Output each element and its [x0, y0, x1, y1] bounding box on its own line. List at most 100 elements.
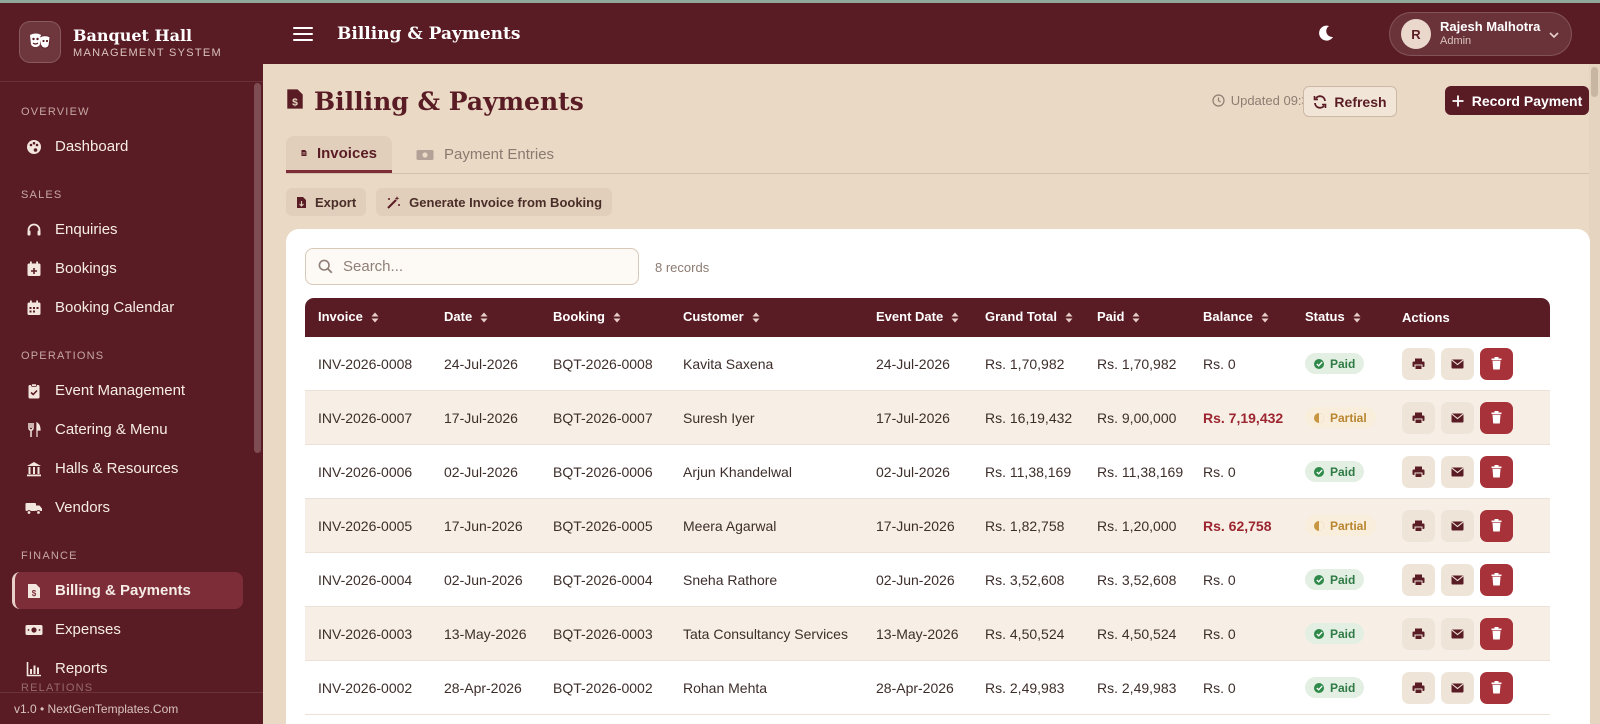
sidebar-item-enquiries[interactable]: Enquiries	[12, 211, 243, 248]
cell-grand-total: Rs. 2,49,983	[972, 661, 1084, 715]
print-button[interactable]	[1402, 347, 1435, 380]
cell-customer: Rohan Mehta	[670, 661, 863, 715]
cell-event-date: 17-Jul-2026	[863, 391, 972, 445]
cell-date: 02-Jun-2026	[431, 553, 540, 607]
column-header-grand-total[interactable]: Grand Total	[972, 298, 1084, 337]
envelope-icon	[1451, 413, 1464, 422]
delete-button[interactable]	[1480, 401, 1513, 434]
table-row[interactable]: INV-2026-0005 17-Jun-2026 BQT-2026-0005 …	[305, 499, 1550, 553]
check-circle-icon	[1314, 358, 1324, 369]
table-row[interactable]: INV-2026-0007 17-Jul-2026 BQT-2026-0007 …	[305, 391, 1550, 445]
menu-toggle-icon[interactable]	[291, 24, 315, 44]
sidebar-item-expenses[interactable]: Expenses	[12, 611, 243, 648]
delete-button[interactable]	[1480, 455, 1513, 488]
sidebar-item-catering-menu[interactable]: Catering & Menu	[12, 411, 243, 448]
cell-paid: Rs. 3,52,608	[1084, 553, 1190, 607]
cell-actions	[1389, 445, 1550, 499]
print-button[interactable]	[1402, 671, 1435, 704]
email-button[interactable]	[1441, 509, 1474, 542]
cell-status: Partial	[1292, 499, 1389, 553]
cell-customer: Kavita Saxena	[670, 337, 863, 391]
sidebar-item-label: Reports	[55, 660, 108, 677]
sidebar-item-booking-calendar[interactable]: Booking Calendar	[12, 289, 243, 326]
sidebar-item-vendors[interactable]: Vendors	[12, 489, 243, 526]
refresh-icon	[1314, 94, 1327, 109]
email-button[interactable]	[1441, 347, 1474, 380]
sort-icon	[613, 311, 621, 326]
sidebar-item-event-management[interactable]: Event Management	[12, 372, 243, 409]
cell-balance: Rs. 0	[1190, 607, 1292, 661]
table-toolbar: Export Generate Invoice from Booking	[286, 188, 622, 216]
delete-button[interactable]	[1480, 347, 1513, 380]
table-row[interactable]: INV-2026-0008 24-Jul-2026 BQT-2026-0008 …	[305, 337, 1550, 391]
status-label: Paid	[1330, 572, 1356, 587]
tab-invoices[interactable]: Invoices	[286, 136, 392, 173]
sort-icon	[371, 311, 379, 326]
clock-icon	[1212, 94, 1225, 107]
sidebar-item-bookings[interactable]: Bookings	[12, 250, 243, 287]
sidebar-item-halls-resources[interactable]: Halls & Resources	[12, 450, 243, 487]
print-button[interactable]	[1402, 617, 1435, 650]
cell-booking: BQT-2026-0003	[540, 607, 670, 661]
print-button[interactable]	[1402, 401, 1435, 434]
print-button[interactable]	[1402, 509, 1435, 542]
cell-event-date: 17-Jun-2026	[863, 499, 972, 553]
print-button[interactable]	[1402, 563, 1435, 596]
column-header-invoice[interactable]: Invoice	[305, 298, 431, 337]
column-header-event-date[interactable]: Event Date	[863, 298, 972, 337]
sidebar-item-dashboard[interactable]: Dashboard	[12, 128, 243, 165]
cell-actions	[1389, 499, 1550, 553]
cell-customer: Suresh Iyer	[670, 391, 863, 445]
column-header-paid[interactable]: Paid	[1084, 298, 1190, 337]
page-scrollbar[interactable]	[1589, 64, 1600, 724]
check-circle-icon	[1314, 682, 1324, 693]
status-label: Paid	[1330, 626, 1356, 641]
email-button[interactable]	[1441, 455, 1474, 488]
column-header-balance[interactable]: Balance	[1190, 298, 1292, 337]
email-button[interactable]	[1441, 563, 1474, 596]
delete-button[interactable]	[1480, 509, 1513, 542]
column-header-booking[interactable]: Booking	[540, 298, 670, 337]
avatar: R	[1401, 19, 1431, 49]
sidebar-item-label: Expenses	[55, 621, 121, 638]
sidebar-scrollbar[interactable]	[254, 83, 261, 453]
printer-icon	[1412, 574, 1425, 586]
utensils-icon	[25, 421, 43, 439]
print-button[interactable]	[1402, 455, 1435, 488]
table-row[interactable]: INV-2026-0003 13-May-2026 BQT-2026-0003 …	[305, 607, 1550, 661]
user-role: Admin	[1440, 35, 1472, 48]
email-button[interactable]	[1441, 401, 1474, 434]
refresh-button[interactable]: Refresh	[1303, 86, 1397, 117]
search-box[interactable]	[305, 248, 639, 285]
delete-button[interactable]	[1480, 617, 1513, 650]
sidebar-item-billing-payments[interactable]: $ Billing & Payments	[12, 572, 243, 609]
tab-label: Invoices	[316, 144, 377, 162]
headset-icon	[25, 221, 43, 239]
cell-invoice: INV-2026-0008	[305, 337, 431, 391]
trash-icon	[1491, 357, 1502, 370]
user-menu[interactable]: R Rajesh Malhotra Admin	[1389, 12, 1572, 56]
table-row[interactable]: INV-2026-0004 02-Jun-2026 BQT-2026-0004 …	[305, 553, 1550, 607]
table-row[interactable]: INV-2026-0002 28-Apr-2026 BQT-2026-0002 …	[305, 661, 1550, 715]
status-badge: Paid	[1305, 677, 1365, 698]
svg-text:$: $	[32, 589, 37, 598]
status-badge: Paid	[1305, 353, 1365, 374]
column-header-date[interactable]: Date	[431, 298, 540, 337]
column-header-status[interactable]: Status	[1292, 298, 1389, 337]
cell-customer: Sneha Rathore	[670, 553, 863, 607]
table-row[interactable]: INV-2026-0006 02-Jul-2026 BQT-2026-0006 …	[305, 445, 1550, 499]
printer-icon	[1412, 628, 1425, 640]
tab-payment-entries[interactable]: Payment Entries	[401, 136, 569, 173]
column-header-customer[interactable]: Customer	[670, 298, 863, 337]
printer-icon	[1412, 520, 1425, 532]
delete-button[interactable]	[1480, 671, 1513, 704]
status-label: Paid	[1330, 356, 1356, 371]
delete-button[interactable]	[1480, 563, 1513, 596]
email-button[interactable]	[1441, 617, 1474, 650]
record-payment-button[interactable]: Record Payment	[1445, 86, 1589, 115]
email-button[interactable]	[1441, 671, 1474, 704]
moon-icon[interactable]	[1314, 21, 1338, 45]
search-input[interactable]	[343, 258, 613, 275]
generate-invoice-button[interactable]: Generate Invoice from Booking	[376, 188, 613, 216]
export-button[interactable]: Export	[286, 188, 367, 216]
